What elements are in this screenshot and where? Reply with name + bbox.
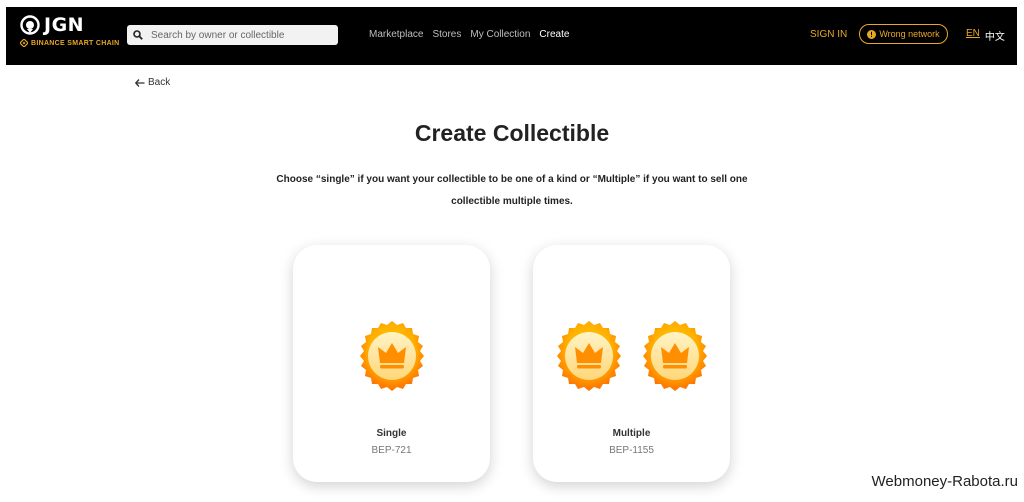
- back-link[interactable]: Back: [135, 77, 170, 88]
- arrow-left-icon: [135, 78, 145, 87]
- page-title: Create Collectible: [414, 120, 610, 146]
- search-input[interactable]: [151, 29, 331, 41]
- logo-subtitle: BINANCE SMART CHAIN: [31, 39, 120, 47]
- crown-medal-icon: [637, 319, 713, 395]
- wrong-network-button[interactable]: Wrong network: [859, 24, 948, 44]
- nav-my-collection[interactable]: My Collection: [470, 29, 530, 40]
- back-label: Back: [148, 77, 171, 88]
- lang-en[interactable]: EN: [966, 28, 980, 43]
- logo-text: JGN: [44, 14, 85, 36]
- crown-medal-icon: [354, 319, 430, 395]
- page-description: Choose “single” if you want your collect…: [276, 174, 748, 207]
- card-title: Multiple: [612, 428, 651, 439]
- card-standard: BEP-721: [371, 445, 412, 456]
- nav-create[interactable]: Create: [539, 29, 569, 40]
- nav-marketplace[interactable]: Marketplace: [369, 29, 423, 40]
- crown-medal-icon: [551, 319, 627, 395]
- multiple-collectible-card[interactable]: Multiple BEP-1155: [533, 245, 730, 482]
- watermark: Webmoney-Rabota.ru: [871, 473, 1018, 490]
- search-icon: [133, 30, 143, 40]
- main-nav: Marketplace Stores My Collection Create: [369, 29, 569, 40]
- single-collectible-card[interactable]: Single BEP-721: [293, 245, 490, 482]
- wrong-network-label: Wrong network: [879, 29, 940, 39]
- sign-in-link[interactable]: SIGN IN: [810, 29, 847, 40]
- logo[interactable]: JGN BINANCE SMART CHAIN: [20, 14, 130, 60]
- search-bar[interactable]: [127, 25, 338, 45]
- bnb-diamond-icon: [20, 39, 28, 47]
- nav-stores[interactable]: Stores: [432, 29, 461, 40]
- card-standard: BEP-1155: [609, 445, 654, 456]
- warning-icon: [867, 29, 877, 39]
- language-switcher: EN 中文: [966, 28, 1005, 43]
- card-title: Single: [376, 428, 407, 439]
- top-navbar: JGN BINANCE SMART CHAIN Marketplace Stor…: [6, 7, 1017, 65]
- lion-logo-icon: [20, 15, 40, 35]
- lang-zh[interactable]: 中文: [985, 28, 1005, 43]
